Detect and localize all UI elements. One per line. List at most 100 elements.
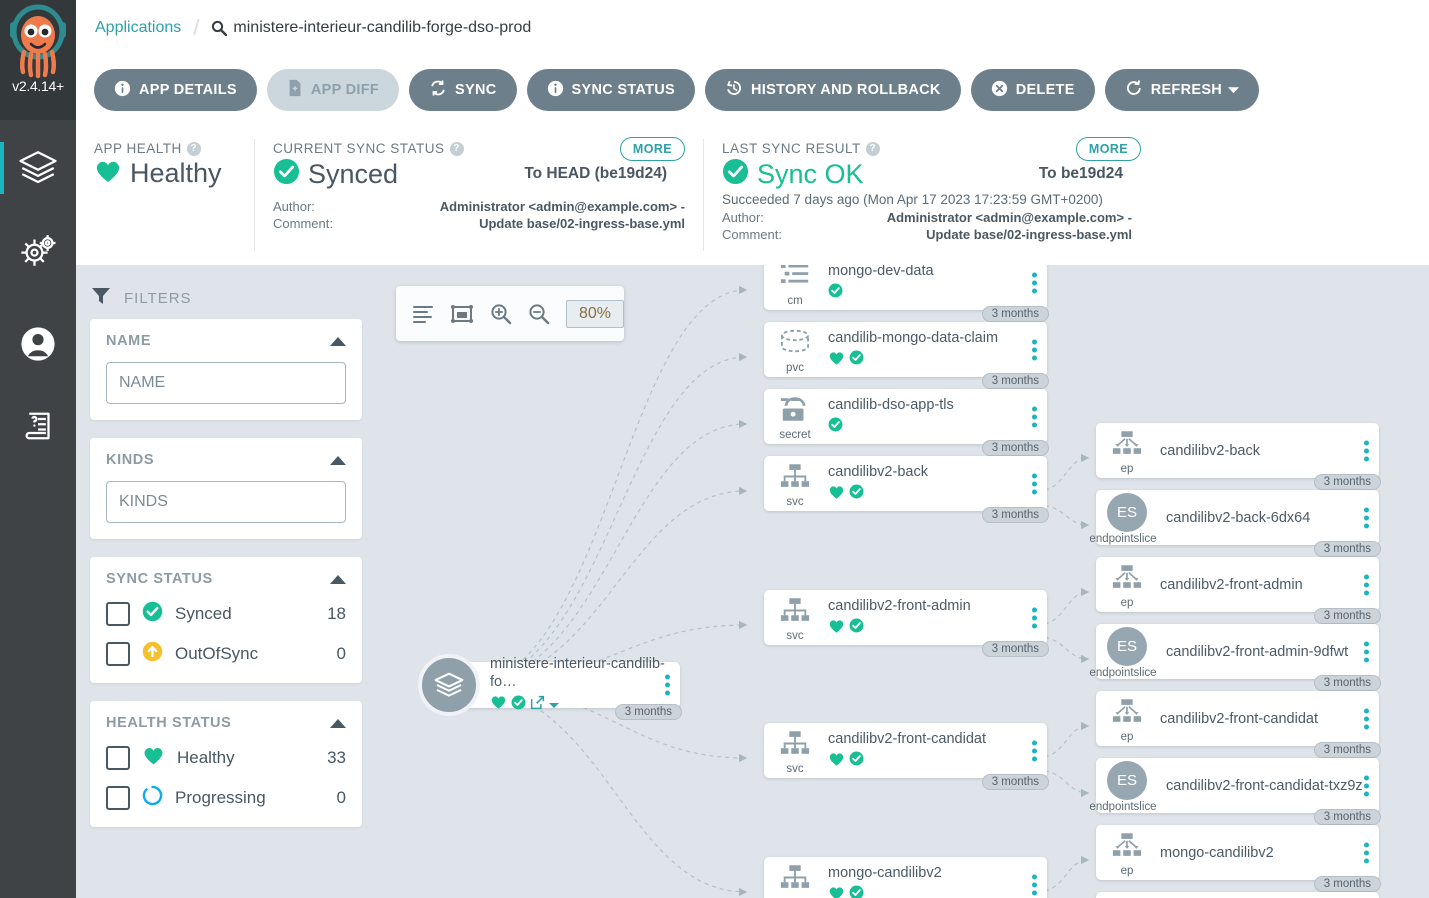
service-icon [779,730,811,762]
graph-node-partial-bottom[interactable] [1096,892,1379,898]
brand-logo-block[interactable]: v2.4.14+ [0,0,76,120]
graph-node-svc-mongo-candilibv2[interactable]: svc mongo-candilibv2 3 months [764,857,1047,898]
node-status-icons [828,885,1047,898]
app-details-button[interactable]: APP DETAILS [94,69,257,111]
node-menu-button[interactable] [1364,574,1369,595]
fit-to-screen-icon[interactable] [450,304,474,324]
node-kind: svc [764,857,826,898]
delete-button[interactable]: DELETE [970,69,1095,111]
graph-node-application[interactable]: ministere-interieur-candilib-fo… 3 month… [418,654,682,720]
history-and-rollback-button[interactable]: HISTORY AND ROLLBACK [705,69,961,111]
node-kind: cm [764,265,826,310]
sidebar-item-settings[interactable] [0,212,76,288]
node-menu-button[interactable] [1032,607,1037,628]
gears-icon [21,235,56,266]
filter-row-outofsync[interactable]: OutOfSync 0 [106,641,346,667]
node-menu-button[interactable] [1364,708,1369,729]
graph-node-mongo-dev-data[interactable]: cm mongo-dev-data 3 months [764,265,1049,322]
refresh-button[interactable]: REFRESH [1104,69,1260,111]
node-menu-button[interactable] [1364,507,1369,528]
node-menu-button[interactable] [1032,339,1037,360]
progressing-checkbox[interactable] [106,786,130,810]
kinds-filter-input[interactable] [106,481,346,523]
sync-button[interactable]: SYNC [409,69,517,111]
help-icon[interactable]: ? [186,141,201,156]
filter-sync-status-header[interactable]: SYNC STATUS [106,571,346,587]
zoom-in-icon[interactable] [490,303,512,325]
sidebar-item-applications[interactable] [0,130,76,206]
graph-node-ep-candilibv2-front-admin[interactable]: ep candilibv2-front-admin 3 months [1096,557,1381,624]
caret-down-icon[interactable] [549,696,559,714]
chevron-up-icon[interactable] [330,455,346,465]
chevron-up-icon[interactable] [330,718,346,728]
graph-node-endpointslice-candilibv2-front-admin-9dfwt[interactable]: ES endpointslice candilibv2-front-admin-… [1089,624,1381,691]
node-menu-button[interactable] [1032,272,1037,293]
graph-node-ep-candilibv2-back[interactable]: ep candilibv2-back 3 months [1096,423,1381,490]
sidebar-item-user[interactable] [0,306,76,382]
chevron-up-icon[interactable] [330,574,346,584]
node-title: candilibv2-back [828,463,928,480]
filter-row-synced[interactable]: Synced 18 [106,601,346,627]
file-diff-icon [287,79,303,101]
node-menu-button[interactable] [1032,406,1037,427]
node-menu-button[interactable] [1364,641,1369,662]
filter-name-header[interactable]: NAME [106,333,346,349]
zoom-out-icon[interactable] [528,303,550,325]
zoom-level-value[interactable]: 80% [566,299,625,328]
last-sync-value: Sync OK [757,158,864,189]
node-menu-button[interactable] [1032,874,1037,895]
graph-node-candilib-dso-app-tls[interactable]: secret candilib-dso-app-tls 3 months [764,389,1049,456]
node-menu-button[interactable] [1032,473,1037,494]
graph-node-svc-candilibv2-front-candidat[interactable]: svc candilibv2-front-candidat 3 months [764,723,1049,790]
graph-node-ep-candilibv2-front-candidat[interactable]: ep candilibv2-front-candidat 3 months [1096,691,1381,758]
help-icon[interactable]: ? [449,141,464,156]
chevron-up-icon[interactable] [330,336,346,346]
last-sync-details: Author: Administrator <admin@example.com… [722,209,1132,243]
graph-node-endpointslice-candilibv2-back-6dx64[interactable]: ES endpointslice candilibv2-back-6dx64 3… [1089,490,1381,557]
node-menu-button[interactable] [1364,775,1369,796]
tree-layout-icon[interactable] [412,304,434,324]
node-age-badge: 3 months [981,373,1049,389]
filter-kinds-title: KINDS [106,452,155,468]
node-status-icons [828,618,1047,639]
filter-kinds-header[interactable]: KINDS [106,452,346,468]
app-diff-label: APP DIFF [310,82,380,98]
node-menu-button[interactable] [665,674,670,696]
graph-node-endpointslice-candilibv2-front-candidat-txz9z[interactable]: ES endpointslice candilibv2-front-candid… [1089,758,1381,825]
service-icon [779,864,811,896]
breadcrumb-applications-link[interactable]: Applications [95,19,181,37]
graph-node-candilib-mongo-data-claim[interactable]: pvc candilib-mongo-data-claim 3 months [764,322,1049,389]
node-menu-button[interactable] [1032,740,1037,761]
top-breadcrumb-bar: Applications / ministere-interieur-candi… [76,0,1429,55]
app-diff-button[interactable]: APP DIFF [266,69,400,111]
filter-row-progressing[interactable]: Progressing 0 [106,785,346,811]
node-menu-button[interactable] [1364,440,1369,461]
sidebar-item-documentation[interactable] [0,388,76,464]
layers-icon [418,654,480,716]
filter-health-status-header[interactable]: HEALTH STATUS [106,715,346,731]
external-link-icon[interactable] [530,695,545,715]
graph-node-ep-mongo-candilibv2[interactable]: ep mongo-candilibv2 3 months [1096,825,1381,892]
node-title: candilibv2-front-admin-9dfwt [1166,643,1349,660]
argo-octopus-logo-icon [10,4,66,79]
filters-sidebar: FILTERS NAME KINDS SYNC STATUS [76,265,376,898]
graph-node-svc-candilibv2-back[interactable]: svc candilibv2-back 3 months [764,456,1049,523]
check-circle-icon [142,601,163,627]
outofsync-checkbox[interactable] [106,642,130,666]
name-filter-input[interactable] [106,362,346,404]
sync-status-button[interactable]: SYNC STATUS [526,69,696,111]
synced-checkbox[interactable] [106,602,130,626]
help-icon[interactable]: ? [865,141,880,156]
endpoints-icon [1111,832,1143,864]
node-kind: svc [764,590,826,645]
graph-node-svc-candilibv2-front-admin[interactable]: svc candilibv2-front-admin 3 months [764,590,1049,657]
node-menu-button[interactable] [1364,842,1369,863]
node-kind: ep [1096,423,1158,478]
healthy-label: Healthy [177,748,235,767]
resource-graph-canvas[interactable]: 80% ministere-interieur-candilib-fo… 3 m… [376,265,1429,898]
node-title: candilibv2-back [1160,442,1260,459]
check-circle-icon [849,484,864,504]
endpoints-icon [1111,698,1143,730]
healthy-checkbox[interactable] [106,746,130,770]
filter-row-healthy[interactable]: Healthy 33 [106,745,346,771]
